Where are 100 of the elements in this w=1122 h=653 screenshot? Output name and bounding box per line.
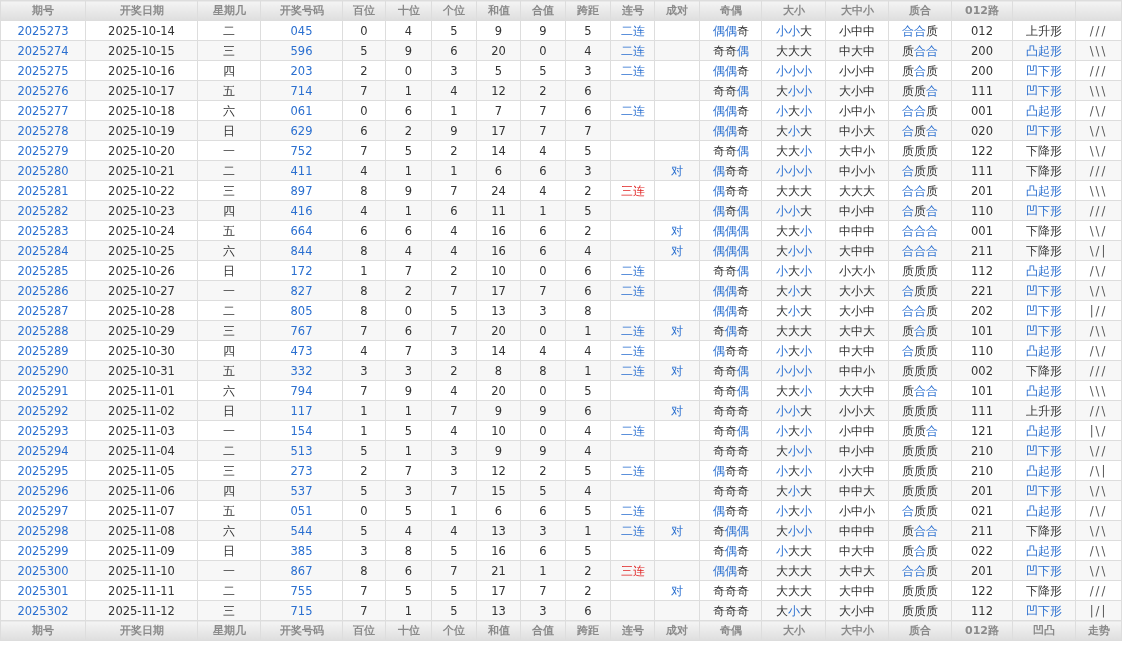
- table-cell: 合质质: [888, 340, 952, 361]
- issue-link[interactable]: 2025276: [0, 80, 86, 101]
- table-cell: 质质质: [888, 580, 952, 601]
- table-cell: 3: [342, 540, 386, 561]
- table-cell: 偶偶奇: [699, 60, 762, 81]
- issue-link[interactable]: 2025291: [0, 380, 86, 401]
- table-cell: 三连: [610, 180, 655, 201]
- issue-link[interactable]: 2025279: [0, 140, 86, 161]
- table-cell: 小大中: [825, 460, 889, 481]
- issue-link[interactable]: 2025285: [0, 260, 86, 281]
- table-cell: 2025-10-16: [85, 60, 198, 81]
- issue-link[interactable]: 2025290: [0, 360, 86, 381]
- issue-link[interactable]: 2025288: [0, 320, 86, 341]
- issue-link[interactable]: 2025278: [0, 120, 86, 141]
- table-cell: 8: [385, 540, 432, 561]
- column-header: 百位: [342, 0, 386, 21]
- table-cell: 质质合: [888, 420, 952, 441]
- issue-link[interactable]: 2025300: [0, 560, 86, 581]
- table-cell: 5: [431, 20, 477, 41]
- table-cell: 2025-10-20: [85, 140, 198, 161]
- issue-link[interactable]: 2025292: [0, 400, 86, 421]
- table-cell: 2025-11-03: [85, 420, 198, 441]
- column-header: 奇偶: [699, 0, 762, 21]
- issue-link[interactable]: 2025286: [0, 280, 86, 301]
- table-cell: 3: [431, 60, 477, 81]
- table-cell: 1: [342, 420, 386, 441]
- table-cell: 112: [951, 260, 1013, 281]
- table-cell: 2025-11-07: [85, 500, 198, 521]
- table-cell: 小中中: [825, 420, 889, 441]
- issue-link[interactable]: 2025289: [0, 340, 86, 361]
- table-cell: 021: [951, 500, 1013, 521]
- table-cell: 凸起形: [1012, 260, 1076, 281]
- table-cell: 4: [431, 220, 477, 241]
- table-cell: 9: [520, 20, 566, 41]
- table-cell: 大大大: [761, 580, 826, 601]
- table-cell: 大小中: [825, 300, 889, 321]
- table-cell: 大大小: [761, 220, 826, 241]
- table-cell: 473: [260, 340, 343, 361]
- table-cell: 172: [260, 260, 343, 281]
- table-cell: 合合质: [888, 180, 952, 201]
- table-cell: 0: [385, 300, 432, 321]
- table-cell: 9: [385, 380, 432, 401]
- table-cell: 051: [260, 500, 343, 521]
- column-header: 大小: [761, 0, 826, 21]
- issue-link[interactable]: 2025297: [0, 500, 86, 521]
- issue-link[interactable]: 2025301: [0, 580, 86, 601]
- issue-link[interactable]: 2025277: [0, 100, 86, 121]
- issue-link[interactable]: 2025282: [0, 200, 86, 221]
- table-cell: 奇奇偶: [699, 420, 762, 441]
- issue-link[interactable]: 2025274: [0, 40, 86, 61]
- table-cell: 2025-10-30: [85, 340, 198, 361]
- table-cell: 6: [342, 220, 386, 241]
- table-cell: ///: [1075, 580, 1122, 601]
- table-cell: 小大小: [761, 100, 826, 121]
- table-cell: 12: [476, 460, 521, 481]
- table-cell: 7: [385, 260, 432, 281]
- issue-link[interactable]: 2025293: [0, 420, 86, 441]
- table-cell: 3: [565, 60, 611, 81]
- issue-link[interactable]: 2025275: [0, 60, 86, 81]
- table-cell: 2: [565, 220, 611, 241]
- table-cell: 794: [260, 380, 343, 401]
- issue-link[interactable]: 2025295: [0, 460, 86, 481]
- table-cell: 大小大: [761, 300, 826, 321]
- issue-link[interactable]: 2025302: [0, 600, 86, 621]
- table-cell: 2: [431, 260, 477, 281]
- table-cell: 5: [431, 540, 477, 561]
- table-cell: 0: [520, 380, 566, 401]
- table-cell: 6: [385, 100, 432, 121]
- table-cell: 6: [565, 100, 611, 121]
- table-cell: 5: [565, 540, 611, 561]
- table-cell: 下降形: [1012, 220, 1076, 241]
- table-cell: 四: [197, 60, 261, 81]
- table-cell: 凹下形: [1012, 300, 1076, 321]
- table-cell: 2025-11-05: [85, 460, 198, 481]
- table-cell: 2: [520, 460, 566, 481]
- table-cell: 121: [951, 420, 1013, 441]
- table-cell: 二: [197, 580, 261, 601]
- table-cell: 大大大: [825, 180, 889, 201]
- table-cell: 5: [565, 20, 611, 41]
- issue-link[interactable]: 2025299: [0, 540, 86, 561]
- issue-link[interactable]: 2025294: [0, 440, 86, 461]
- table-cell: 小小中: [825, 60, 889, 81]
- issue-link[interactable]: 2025287: [0, 300, 86, 321]
- table-cell: 8: [565, 300, 611, 321]
- table-cell: 2025-10-28: [85, 300, 198, 321]
- table-cell: 4: [385, 20, 432, 41]
- table-cell: 合合质: [888, 100, 952, 121]
- issue-link[interactable]: 2025273: [0, 20, 86, 41]
- table-cell: 5: [565, 460, 611, 481]
- table-cell: 质合合: [888, 380, 952, 401]
- issue-link[interactable]: 2025280: [0, 160, 86, 181]
- issue-link[interactable]: 2025283: [0, 220, 86, 241]
- table-cell: 5: [431, 300, 477, 321]
- issue-link[interactable]: 2025284: [0, 240, 86, 261]
- table-cell: 2025-10-18: [85, 100, 198, 121]
- table-cell: 122: [951, 580, 1013, 601]
- issue-link[interactable]: 2025298: [0, 520, 86, 541]
- issue-link[interactable]: 2025296: [0, 480, 86, 501]
- column-header: 星期几: [197, 0, 261, 21]
- issue-link[interactable]: 2025281: [0, 180, 86, 201]
